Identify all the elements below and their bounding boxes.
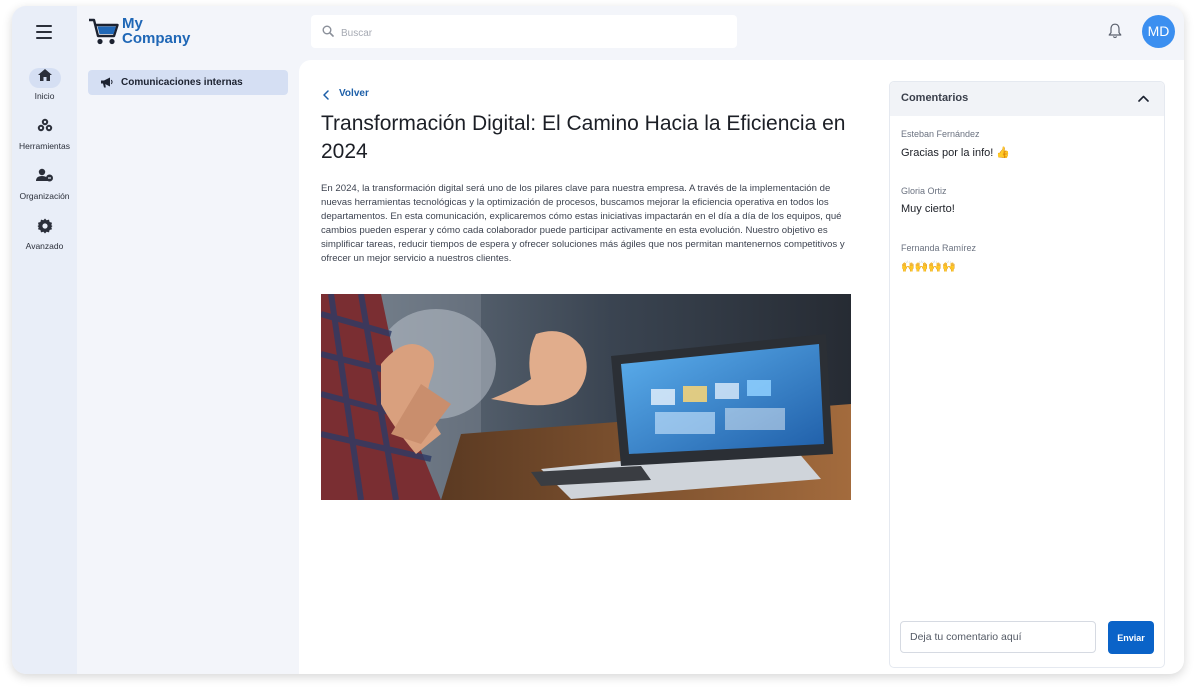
- cart-icon: [89, 18, 119, 45]
- subnav-label: Comunicaciones internas: [121, 77, 243, 88]
- back-label: Volver: [339, 88, 369, 99]
- user-avatar[interactable]: MD: [1142, 15, 1175, 48]
- article-image: [321, 294, 851, 500]
- comments-header[interactable]: Comentarios: [890, 82, 1164, 116]
- company-name-line1: My: [122, 15, 143, 32]
- nav-label: Inicio: [34, 91, 55, 101]
- search-box[interactable]: [311, 15, 737, 48]
- nav-label: Herramientas: [18, 141, 71, 151]
- nav-label: Avanzado: [25, 241, 64, 251]
- article-title: Transformación Digital: El Camino Hacia …: [321, 112, 846, 163]
- comment-input[interactable]: [900, 621, 1096, 653]
- comment-text: Muy cierto!: [901, 203, 955, 215]
- article-body: En 2024, la transformación digital será …: [321, 183, 845, 264]
- search-icon: [322, 25, 334, 37]
- company-name: My Company: [122, 16, 190, 46]
- tools-icon: [29, 118, 61, 138]
- company-logo[interactable]: My Company: [88, 16, 208, 50]
- nav-item-inicio[interactable]: Inicio: [12, 66, 77, 101]
- search-input[interactable]: [339, 23, 723, 43]
- comment-text: Gracias por la info! 👍: [901, 147, 1011, 159]
- comment-author: Esteban Fernández: [901, 129, 980, 139]
- bell-icon[interactable]: [1108, 23, 1122, 39]
- nav-item-avanzado[interactable]: Avanzado: [12, 216, 77, 251]
- comments-panel: Comentarios Esteban Fernández Gracias po…: [889, 81, 1165, 668]
- main-content: Volver Transformación Digital: El Camino…: [299, 60, 1184, 674]
- app-window: Inicio Herramientas Organización Avanzad…: [12, 6, 1184, 674]
- side-rail: Inicio Herramientas Organización Avanzad…: [12, 6, 77, 674]
- gear-icon: [29, 218, 61, 238]
- home-icon: [28, 68, 61, 88]
- comment-item: Fernanda Ramírez 🙌🙌🙌🙌: [901, 243, 1151, 273]
- megaphone-icon: [101, 77, 113, 88]
- menu-icon[interactable]: [36, 25, 52, 39]
- subnav-item-comunicaciones[interactable]: Comunicaciones internas: [88, 70, 288, 95]
- users-icon: [29, 168, 61, 188]
- comment-item: Gloria Ortiz Muy cierto!: [901, 186, 1151, 215]
- comment-item: Esteban Fernández Gracias por la info! 👍: [901, 129, 1151, 159]
- nav-item-herramientas[interactable]: Herramientas: [12, 116, 77, 151]
- send-button[interactable]: Enviar: [1108, 621, 1154, 654]
- company-name-line2: Company: [122, 30, 191, 47]
- chevron-up-icon[interactable]: [1138, 95, 1149, 102]
- nav-item-organizacion[interactable]: Organización: [12, 166, 77, 201]
- comment-text: 🙌🙌🙌🙌: [901, 261, 956, 273]
- comment-author: Fernanda Ramírez: [901, 243, 977, 253]
- comments-title: Comentarios: [901, 92, 969, 104]
- comment-author: Gloria Ortiz: [901, 186, 947, 196]
- nav-label: Organización: [19, 191, 70, 201]
- chevron-left-icon: [323, 90, 329, 100]
